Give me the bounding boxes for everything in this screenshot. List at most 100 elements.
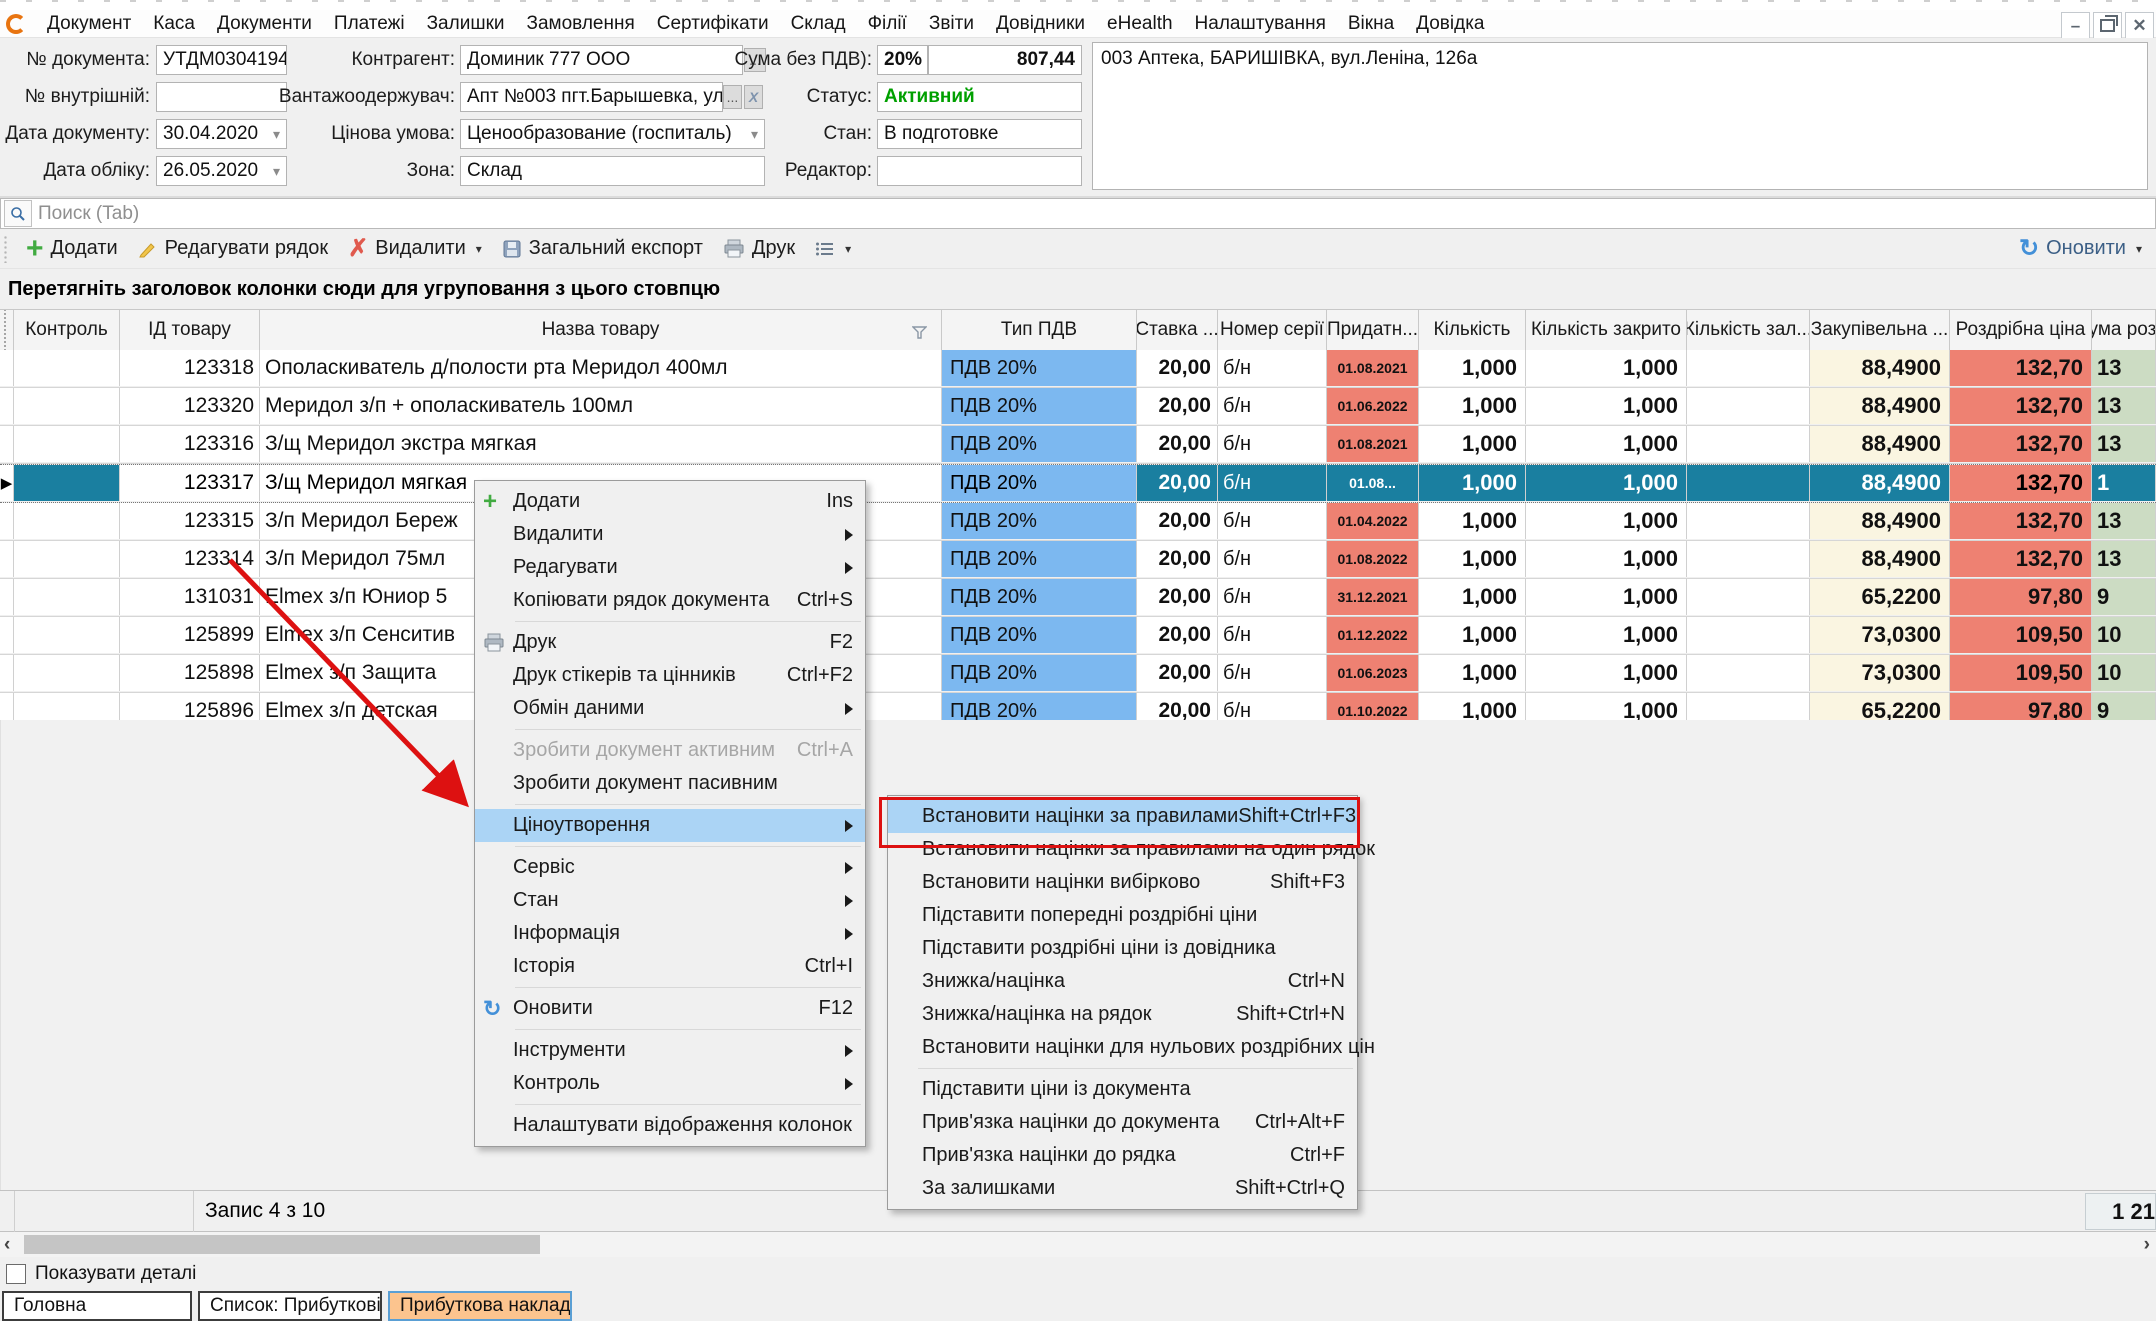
col-expiry[interactable]: Придатн... bbox=[1327, 310, 1419, 350]
submenu-item-by-stock[interactable]: За залишкамиShift+Ctrl+Q bbox=[888, 1172, 1357, 1205]
menu-settings[interactable]: Налаштування bbox=[1184, 13, 1337, 35]
menu-warehouse[interactable]: Склад bbox=[780, 13, 857, 35]
editor-field[interactable] bbox=[877, 156, 1082, 186]
table-row[interactable]: 123315З/п Меридол БережПДВ 20%20,00б/н01… bbox=[0, 503, 2156, 541]
chevron-down-icon[interactable]: ▾ bbox=[476, 242, 482, 256]
table-row[interactable]: 123320Меридол з/п + ополаскиватель 100мл… bbox=[0, 388, 2156, 426]
export-button[interactable]: Загальний експорт bbox=[492, 237, 713, 260]
chevron-down-icon[interactable]: ▾ bbox=[845, 242, 851, 256]
menu-directories[interactable]: Довідники bbox=[985, 13, 1096, 35]
menu-item-data-exchange[interactable]: Обмін даними bbox=[475, 692, 865, 725]
scrollbar-thumb[interactable] bbox=[24, 1235, 540, 1254]
table-row[interactable]: 123316З/щ Меридол экстра мягкаяПДВ 20%20… bbox=[0, 426, 2156, 464]
menu-item-service[interactable]: Сервіс bbox=[475, 851, 865, 884]
menu-certificates[interactable]: Сертифікати bbox=[646, 13, 780, 35]
col-product-id[interactable]: ІД товару bbox=[120, 310, 260, 350]
submenu-item-discount-markup[interactable]: Знижка/націнкаCtrl+N bbox=[888, 965, 1357, 998]
menu-kasa[interactable]: Каса bbox=[142, 13, 206, 35]
refresh-button[interactable]: ↻Оновити▾ bbox=[2009, 234, 2156, 263]
scroll-right-icon[interactable]: › bbox=[2144, 1234, 2150, 1256]
close-button[interactable]: ✕ bbox=[2125, 12, 2154, 39]
show-details-checkbox[interactable] bbox=[6, 1264, 26, 1284]
restore-button[interactable] bbox=[2093, 12, 2122, 39]
tab-home[interactable]: Головна bbox=[2, 1291, 192, 1321]
scroll-left-icon[interactable]: ‹ bbox=[4, 1234, 10, 1256]
menu-document[interactable]: Документ bbox=[36, 13, 142, 35]
table-row-selected[interactable]: ▶123317З/щ Меридол мягкаяПДВ 20%20,00б/н… bbox=[0, 464, 2156, 503]
menu-item-state[interactable]: Стан bbox=[475, 884, 865, 917]
submenu-item-set-markup-zero-retail[interactable]: Встановити націнки для нульових роздрібн… bbox=[888, 1031, 1357, 1064]
menu-item-add[interactable]: +ДодатиIns bbox=[475, 485, 865, 518]
view-options-button[interactable]: ▾ bbox=[805, 240, 861, 258]
filter-funnel-icon[interactable] bbox=[912, 323, 927, 345]
menu-item-print-stickers[interactable]: Друк стікерів та цінниківCtrl+F2 bbox=[475, 659, 865, 692]
menu-reports[interactable]: Звіти bbox=[918, 13, 985, 35]
search-bar[interactable]: Поиск (Tab) bbox=[0, 198, 2156, 229]
menu-branches[interactable]: Філії bbox=[857, 13, 918, 35]
menu-item-configure-columns[interactable]: Налаштувати відображення колонок bbox=[475, 1109, 865, 1142]
submenu-item-substitute-prices-from-document[interactable]: Підставити ціни із документа bbox=[888, 1073, 1357, 1106]
menu-item-pricing[interactable]: Ціноутворення bbox=[475, 809, 865, 842]
menu-item-tools[interactable]: Інструменти bbox=[475, 1034, 865, 1067]
submenu-item-set-markup-by-rules[interactable]: Встановити націнки за правиламиShift+Ctr… bbox=[888, 800, 1357, 833]
menu-help[interactable]: Довідка bbox=[1405, 13, 1495, 35]
table-row[interactable]: 125899Elmex з/п СенситивПДВ 20%20,00б/н0… bbox=[0, 617, 2156, 655]
col-quantity[interactable]: Кількість bbox=[1419, 310, 1526, 350]
delete-label: Видалити bbox=[375, 237, 465, 260]
plus-icon: + bbox=[26, 239, 44, 259]
purchase-cell: 73,0300 bbox=[1810, 655, 1950, 691]
horizontal-scrollbar[interactable]: ‹ › bbox=[0, 1232, 2156, 1257]
menu-item-history[interactable]: ІсторіяCtrl+I bbox=[475, 950, 865, 983]
menu-item-copy-row[interactable]: Копіювати рядок документаCtrl+S bbox=[475, 584, 865, 617]
menu-stock[interactable]: Залишки bbox=[416, 13, 516, 35]
submenu-item-substitute-retail-from-directory[interactable]: Підставити роздрібні ціни із довідника bbox=[888, 932, 1357, 965]
submenu-item-set-markup-selective[interactable]: Встановити націнки вибірковоShift+F3 bbox=[888, 866, 1357, 899]
col-product-name-label: Назва товару bbox=[542, 319, 660, 341]
col-retail-price[interactable]: Роздрібна ціна bbox=[1950, 310, 2092, 350]
table-row[interactable]: 125898Elmex з/п ЗащитаПДВ 20%20,00б/н01.… bbox=[0, 655, 2156, 693]
edit-row-button[interactable]: Редагувати рядок bbox=[128, 237, 338, 260]
tab-incoming-invoice[interactable]: Прибуткова накладна . bbox=[388, 1291, 572, 1321]
col-retail-sum[interactable]: Сума роз... bbox=[2092, 310, 2156, 350]
tab-incoming-list[interactable]: Список: Прибуткові ... bbox=[198, 1291, 382, 1321]
menu-orders[interactable]: Замовлення bbox=[516, 13, 646, 35]
menu-documents[interactable]: Документи bbox=[206, 13, 323, 35]
delete-button[interactable]: ✗Видалити▾ bbox=[338, 234, 492, 263]
col-product-name[interactable]: Назва товару bbox=[260, 310, 942, 350]
col-control[interactable]: Контроль bbox=[14, 310, 120, 350]
col-purchase-price[interactable]: Закупівельна ... bbox=[1810, 310, 1950, 350]
submenu-item-bind-markup-to-document[interactable]: Прив'язка націнки до документаCtrl+Alt+F bbox=[888, 1106, 1357, 1139]
col-quantity-closed[interactable]: Кількість закрито bbox=[1526, 310, 1687, 350]
submenu-arrow-icon bbox=[845, 820, 853, 832]
consignee-field[interactable]: Апт №003 пгт.Барышевка, ул.К bbox=[460, 82, 723, 112]
menu-item-edit[interactable]: Редагувати bbox=[475, 551, 865, 584]
menu-payments[interactable]: Платежі bbox=[323, 13, 416, 35]
col-vat-type[interactable]: Тип ПДВ bbox=[942, 310, 1137, 350]
menu-ehealth[interactable]: eHealth bbox=[1096, 13, 1184, 35]
toolbar-grip[interactable] bbox=[3, 235, 8, 263]
chevron-down-icon[interactable]: ▾ bbox=[2136, 242, 2142, 256]
submenu-item-set-markup-by-rules-one-row[interactable]: Встановити націнки за правилами на один … bbox=[888, 833, 1357, 866]
submenu-item-substitute-previous-retail[interactable]: Підставити попередні роздрібні ціни bbox=[888, 899, 1357, 932]
menu-item-refresh[interactable]: ↻ОновитиF12 bbox=[475, 992, 865, 1025]
menu-item-print[interactable]: ДрукF2 bbox=[475, 626, 865, 659]
menu-item-make-passive[interactable]: Зробити документ пасивним bbox=[475, 767, 865, 800]
col-rate[interactable]: Ставка ... bbox=[1137, 310, 1218, 350]
add-button[interactable]: +Додати bbox=[16, 237, 128, 260]
table-row[interactable]: 123314З/п Меридол 75млПДВ 20%20,00б/н01.… bbox=[0, 541, 2156, 579]
menu-item-label: Обмін даними bbox=[513, 697, 644, 720]
menu-item-delete[interactable]: Видалити bbox=[475, 518, 865, 551]
col-series[interactable]: Номер серії bbox=[1218, 310, 1327, 350]
contractor-field[interactable]: Доминик 777 ООО bbox=[460, 45, 743, 75]
submenu-item-bind-markup-to-row[interactable]: Прив'язка націнки до рядкаCtrl+F bbox=[888, 1139, 1357, 1172]
print-button[interactable]: Друк bbox=[713, 237, 805, 260]
menu-item-label: Ціноутворення bbox=[513, 814, 650, 837]
menu-item-control[interactable]: Контроль bbox=[475, 1067, 865, 1100]
submenu-item-discount-markup-row[interactable]: Знижка/націнка на рядокShift+Ctrl+N bbox=[888, 998, 1357, 1031]
menu-item-information[interactable]: Інформація bbox=[475, 917, 865, 950]
table-row[interactable]: 123318Ополаскиватель д/полости рта Мерид… bbox=[0, 350, 2156, 388]
menu-windows[interactable]: Вікна bbox=[1337, 13, 1405, 35]
col-quantity-rem[interactable]: Кількість зал... bbox=[1687, 310, 1810, 350]
minimize-button[interactable]: – bbox=[2061, 12, 2090, 39]
table-row[interactable]: 131031Elmex з/п Юниор 5ПДВ 20%20,00б/н31… bbox=[0, 579, 2156, 617]
